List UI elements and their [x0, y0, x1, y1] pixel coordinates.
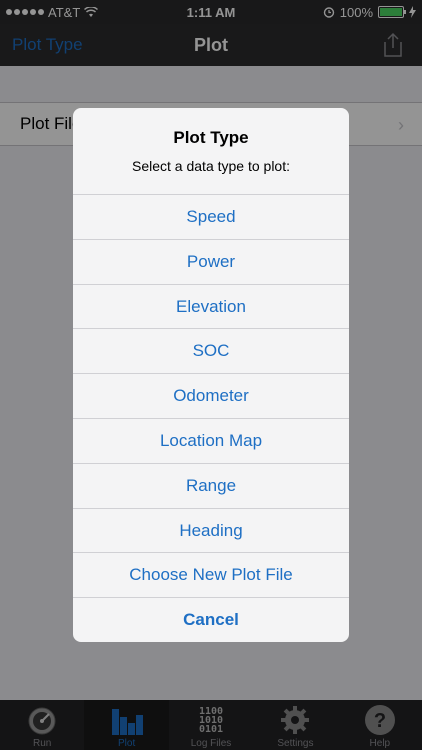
- option-soc-button[interactable]: SOC: [73, 328, 349, 373]
- option-choose-new-plot-file-button[interactable]: Choose New Plot File: [73, 552, 349, 597]
- alert-message: Select a data type to plot:: [132, 158, 290, 174]
- cancel-button[interactable]: Cancel: [73, 597, 349, 642]
- option-heading-button[interactable]: Heading: [73, 507, 349, 553]
- option-odometer-button[interactable]: Odometer: [73, 373, 349, 418]
- alert-header: Plot Type Select a data type to plot:: [73, 108, 349, 194]
- option-speed-button[interactable]: Speed: [73, 194, 349, 239]
- option-range-button[interactable]: Range: [73, 462, 349, 508]
- alert-title: Plot Type: [173, 128, 249, 147]
- option-location-map-button[interactable]: Location Map: [73, 417, 349, 463]
- option-elevation-button[interactable]: Elevation: [73, 283, 349, 329]
- alert-options: Speed Power Elevation SOC Odometer Location M…: [73, 194, 349, 597]
- plot-type-alert: Plot Type Select a data type to plot: Sp…: [73, 108, 349, 642]
- option-power-button[interactable]: Power: [73, 238, 349, 284]
